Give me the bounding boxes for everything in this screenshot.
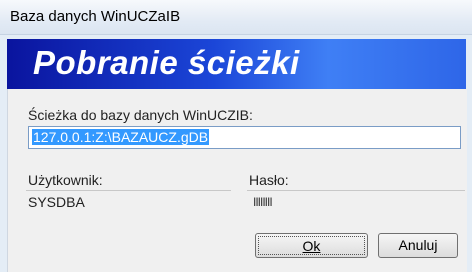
path-input-value[interactable]: 127.0.0.1:Z:\BAZAUCZ.gDB bbox=[32, 129, 210, 145]
path-label: Ścieżka do bazy danych WinUCZIB: bbox=[28, 107, 253, 123]
header-banner: Pobranie ścieżki bbox=[7, 39, 466, 89]
cancel-button-label: Anuluj bbox=[398, 237, 438, 253]
window-title: Baza danych WinUCZaIB bbox=[10, 8, 181, 25]
ok-button-label: Ok bbox=[302, 238, 321, 254]
cancel-button[interactable]: Anuluj bbox=[378, 233, 458, 258]
ok-button-focus: Ok bbox=[258, 236, 365, 255]
password-label: Hasło: bbox=[249, 172, 289, 188]
dialog-body: Ścieżka do bazy danych WinUCZIB: 127.0.0… bbox=[7, 89, 467, 272]
ok-button[interactable]: Ok bbox=[255, 233, 368, 258]
user-field-underline bbox=[26, 190, 231, 191]
title-bar[interactable]: Baza danych WinUCZaIB bbox=[0, 0, 472, 35]
banner-heading: Pobranie ścieżki bbox=[33, 44, 300, 81]
password-field-underline bbox=[247, 190, 465, 191]
path-input[interactable]: 127.0.0.1:Z:\BAZAUCZ.gDB bbox=[28, 126, 461, 149]
user-label: Użytkownik: bbox=[28, 172, 103, 188]
password-input[interactable]: IIIIIIII bbox=[253, 195, 273, 209]
dialog-window: Baza danych WinUCZaIB Pobranie ścieżki Ś… bbox=[0, 0, 472, 272]
user-input[interactable]: SYSDBA bbox=[28, 194, 85, 210]
